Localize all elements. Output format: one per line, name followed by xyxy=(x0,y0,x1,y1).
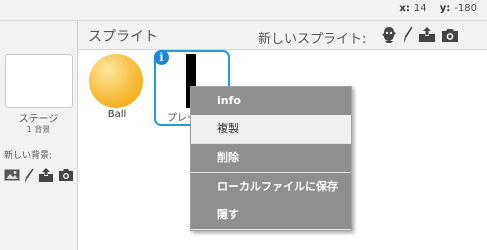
stage-label: ステージ xyxy=(18,114,59,125)
menu-item-hide[interactable]: 隠す xyxy=(191,201,351,229)
menu-item-duplicate[interactable]: 複製 xyxy=(191,115,351,143)
new-sprite-tools xyxy=(380,26,459,44)
menu-item-delete[interactable]: 削除 xyxy=(191,144,351,172)
menu-item-save-local[interactable]: ローカルファイルに保存 xyxy=(191,173,351,201)
upload-icon[interactable] xyxy=(38,168,54,184)
sprite-tile-ball[interactable]: Ball xyxy=(80,50,154,124)
sprite-context-menu: info 複製 削除 ローカルファイルに保存 隠す xyxy=(190,86,352,231)
image-library-icon[interactable] xyxy=(4,168,20,184)
backdrop-tools xyxy=(4,168,74,184)
top-bar: x: 14 y: -180 xyxy=(0,0,487,21)
camera-icon[interactable] xyxy=(58,168,74,184)
upload-icon[interactable] xyxy=(418,27,436,43)
backdrop-count: 1 背景 xyxy=(26,125,51,134)
paintbrush-icon[interactable] xyxy=(403,26,413,44)
sprites-title: スプライト xyxy=(88,29,158,45)
x-label: x: xyxy=(399,3,410,14)
new-sprite-label: 新しいスプライト: xyxy=(258,32,367,47)
camera-icon[interactable] xyxy=(441,28,459,43)
y-value: -180 xyxy=(454,3,477,14)
stage-panel: ステージ 1 背景 新しい背景: xyxy=(0,21,78,250)
sprite-name: Ball xyxy=(107,109,127,120)
y-label: y: xyxy=(439,3,451,14)
menu-item-info[interactable]: info xyxy=(191,87,351,115)
paintbrush-icon[interactable] xyxy=(24,168,34,184)
info-icon[interactable]: i xyxy=(154,50,169,65)
sprites-header: スプライト 新しいスプライト: xyxy=(78,21,487,50)
x-value: 14 xyxy=(413,3,427,14)
new-backdrop-label: 新しい背景: xyxy=(4,151,53,161)
ball-sprite-image xyxy=(89,54,143,108)
sprite-library-icon[interactable] xyxy=(380,26,398,44)
stage-thumbnail[interactable] xyxy=(5,54,73,108)
mouse-coordinates: x: 14 y: -180 xyxy=(399,3,477,14)
